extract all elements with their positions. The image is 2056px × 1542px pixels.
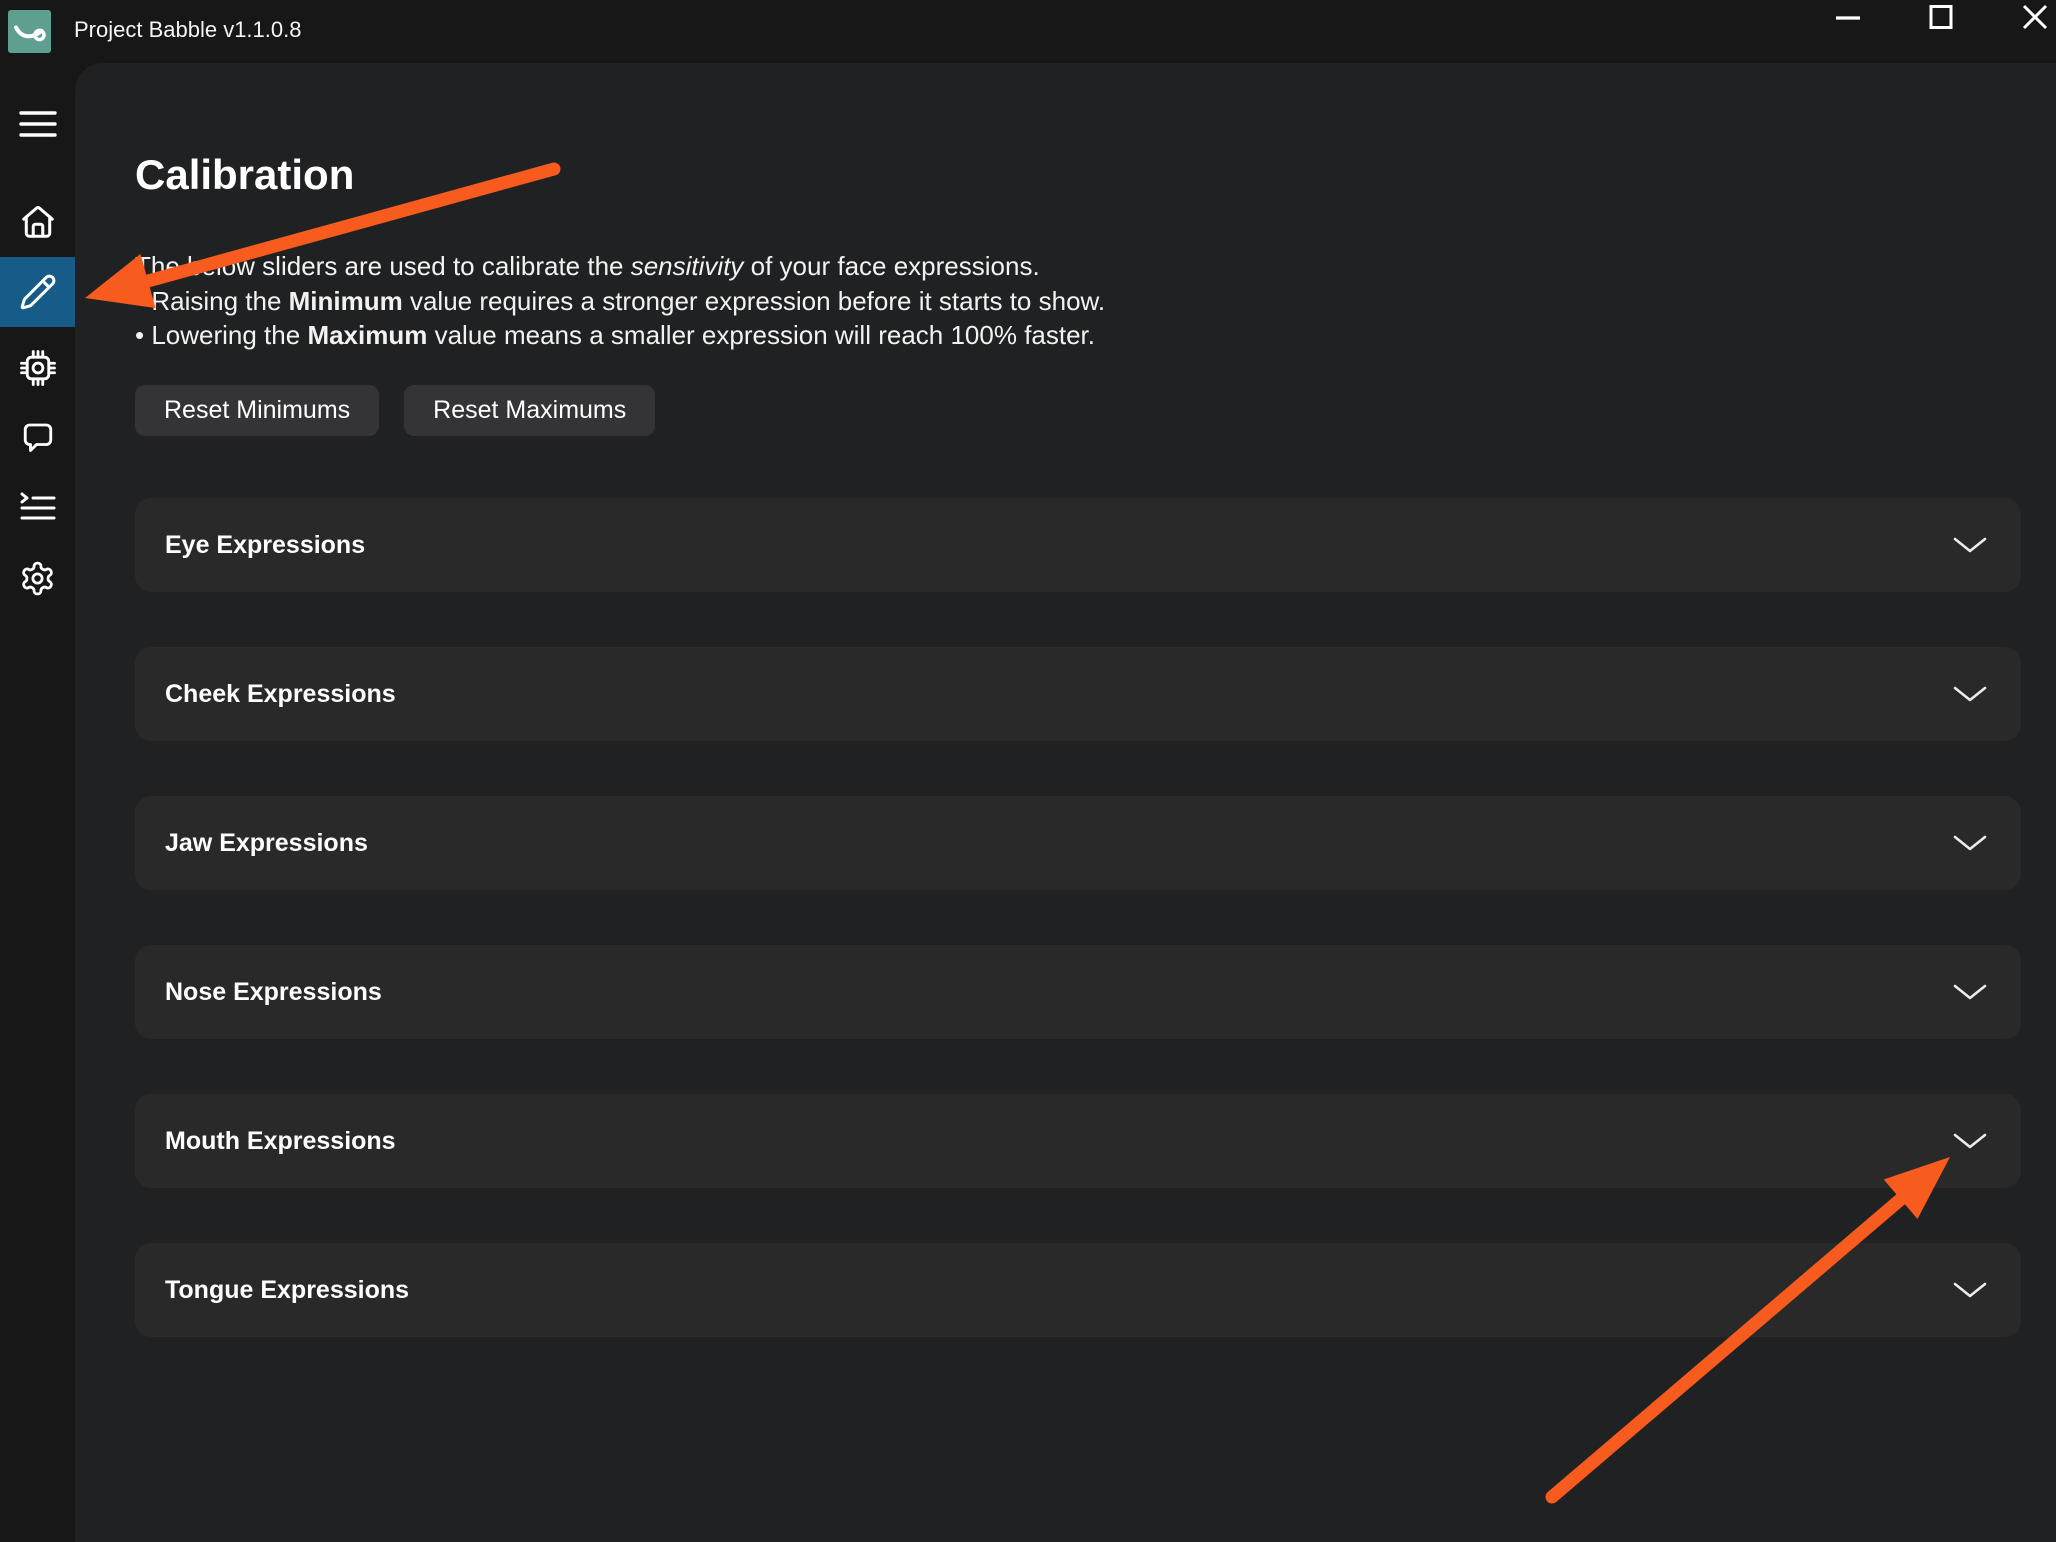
section-mouth-expressions[interactable]: Mouth Expressions xyxy=(135,1094,2021,1188)
gear-icon xyxy=(19,560,56,597)
expression-sections: Eye Expressions Cheek Expressions Jaw Ex… xyxy=(135,498,2021,1392)
home-icon xyxy=(19,203,57,241)
minimize-icon[interactable] xyxy=(1834,4,1862,32)
section-tongue-expressions[interactable]: Tongue Expressions xyxy=(135,1243,2021,1337)
section-eye-expressions[interactable]: Eye Expressions xyxy=(135,498,2021,592)
reset-minimums-button[interactable]: Reset Minimums xyxy=(135,385,379,436)
reset-maximums-button[interactable]: Reset Maximums xyxy=(404,385,655,436)
maximize-icon[interactable] xyxy=(1929,5,1953,29)
sidebar-item-output-log[interactable] xyxy=(0,491,75,523)
sidebar xyxy=(0,63,75,1542)
section-label: Cheek Expressions xyxy=(165,680,396,709)
chevron-down-icon xyxy=(1953,835,1987,852)
sidebar-item-feedback[interactable] xyxy=(0,418,75,456)
reset-buttons-row: Reset Minimums Reset Maximums xyxy=(135,385,655,436)
section-cheek-expressions[interactable]: Cheek Expressions xyxy=(135,647,2021,741)
section-nose-expressions[interactable]: Nose Expressions xyxy=(135,945,2021,1039)
close-icon[interactable] xyxy=(2021,3,2049,31)
chevron-down-icon xyxy=(1953,1282,1987,1299)
hamburger-icon xyxy=(19,110,57,138)
sidebar-item-settings[interactable] xyxy=(0,558,75,598)
section-mouth-expressions-chevron xyxy=(1953,1133,1987,1150)
bullet-minimum: • Raising the Minimum value requires a s… xyxy=(135,284,1105,319)
sidebar-item-home[interactable] xyxy=(0,201,75,243)
list-icon xyxy=(19,492,57,522)
section-label: Nose Expressions xyxy=(165,978,382,1007)
section-label: Tongue Expressions xyxy=(165,1276,409,1305)
sensitivity-emphasis: sensitivity xyxy=(631,251,744,281)
section-jaw-expressions[interactable]: Jaw Expressions xyxy=(135,796,2021,890)
chevron-down-icon xyxy=(1953,686,1987,703)
sidebar-item-calibration[interactable] xyxy=(0,257,75,327)
sidebar-item-menu[interactable] xyxy=(0,107,75,141)
description-intro-line: The below sliders are used to calibrate … xyxy=(135,249,1105,284)
content-area: Calibration The below sliders are used t… xyxy=(75,63,2056,1542)
bullet-maximum: • Lowering the Maximum value means a sma… xyxy=(135,318,1105,353)
pencil-icon xyxy=(19,273,57,311)
section-label: Eye Expressions xyxy=(165,531,365,560)
page-title: Calibration xyxy=(135,151,354,199)
chat-icon xyxy=(20,419,56,455)
sidebar-item-tracking-model[interactable] xyxy=(0,348,75,388)
window-title: Project Babble v1.1.0.8 xyxy=(74,0,301,63)
app-logo xyxy=(8,10,51,53)
project-babble-window: { "window": { "title": "Project Babble v… xyxy=(0,0,2056,1542)
calibration-description: The below sliders are used to calibrate … xyxy=(135,249,1105,353)
section-label: Mouth Expressions xyxy=(165,1127,396,1156)
chip-icon xyxy=(19,349,57,387)
section-label: Jaw Expressions xyxy=(165,829,368,858)
babble-mouth-icon xyxy=(8,10,51,53)
titlebar: Project Babble v1.1.0.8 xyxy=(0,0,2056,63)
chevron-down-icon xyxy=(1953,984,1987,1001)
chevron-down-icon xyxy=(1953,537,1987,554)
